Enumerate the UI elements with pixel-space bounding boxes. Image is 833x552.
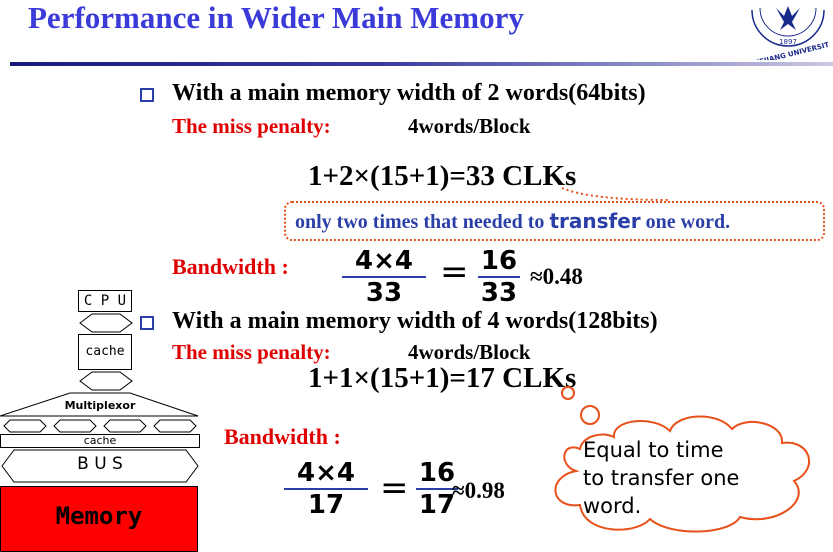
diagram-bus-label: B U S	[77, 454, 123, 474]
diagram-memory-label: Memory	[55, 502, 143, 530]
section1-frac2-numerator: 16	[480, 246, 518, 276]
diagram-link-cache-mux	[79, 371, 133, 391]
diagram-cache-bottom: cache	[0, 434, 200, 448]
diagram-link-mux-cache	[3, 419, 197, 433]
note-part2: one word.	[640, 211, 731, 233]
diagram-link-cpu-cache	[79, 313, 133, 333]
section1-formula: 1+2×(15+1)=33 CLKs	[308, 160, 577, 192]
section2-frac1-denominator: 17	[307, 490, 345, 520]
note-highlight: transfer	[549, 209, 641, 233]
cloud-line-2: to transfer one	[583, 466, 740, 490]
section2-equals: =	[380, 468, 409, 508]
slide-title: Performance in Wider Main Memory	[28, 0, 524, 35]
section2-heading: With a main memory width of 4 words(128b…	[172, 308, 658, 334]
section1-equals: =	[440, 252, 469, 292]
section2-formula: 1+1×(15+1)=17 CLKs	[308, 362, 577, 394]
section1-miss-penalty-label: The miss penalty:	[172, 114, 331, 138]
section1-frac1-denominator: 33	[365, 278, 403, 308]
cloud-text: Equal to time to transfer one word.	[583, 436, 739, 520]
title-divider	[10, 62, 833, 66]
diagram-multiplexor-label: Multiplexor	[64, 399, 136, 412]
section1-bandwidth-label: Bandwidth :	[172, 254, 289, 279]
diagram-cache-top: cache	[78, 334, 132, 370]
cloud-line-3: word.	[583, 494, 642, 518]
diagram-cpu: C P U	[78, 290, 132, 312]
section1-frac1-numerator: 4×4	[355, 246, 413, 276]
section2-frac1-numerator: 4×4	[297, 458, 355, 488]
bullet-square-1	[140, 88, 154, 102]
cloud-line-1: Equal to time	[583, 438, 724, 462]
section1-frac2-denominator: 33	[480, 278, 518, 308]
section1-result: ≈0.48	[530, 264, 583, 289]
bullet-square-2	[140, 316, 154, 330]
logo-year: 1897	[779, 38, 797, 46]
note-text: only two times that needed to transfer o…	[295, 209, 730, 234]
university-logo: 1897 ZHEJIANG UNIVERSITY	[748, 6, 828, 60]
section1-miss-penalty-value: 4words/Block	[408, 114, 531, 138]
section2-miss-penalty-label: The miss penalty:	[172, 340, 331, 364]
section2-result: ≈0.98	[452, 478, 505, 503]
section1-heading: With a main memory width of 2 words(64bi…	[172, 80, 646, 106]
note-part1: only two times that needed to	[295, 211, 550, 233]
section2-bandwidth-label: Bandwidth :	[224, 424, 341, 449]
